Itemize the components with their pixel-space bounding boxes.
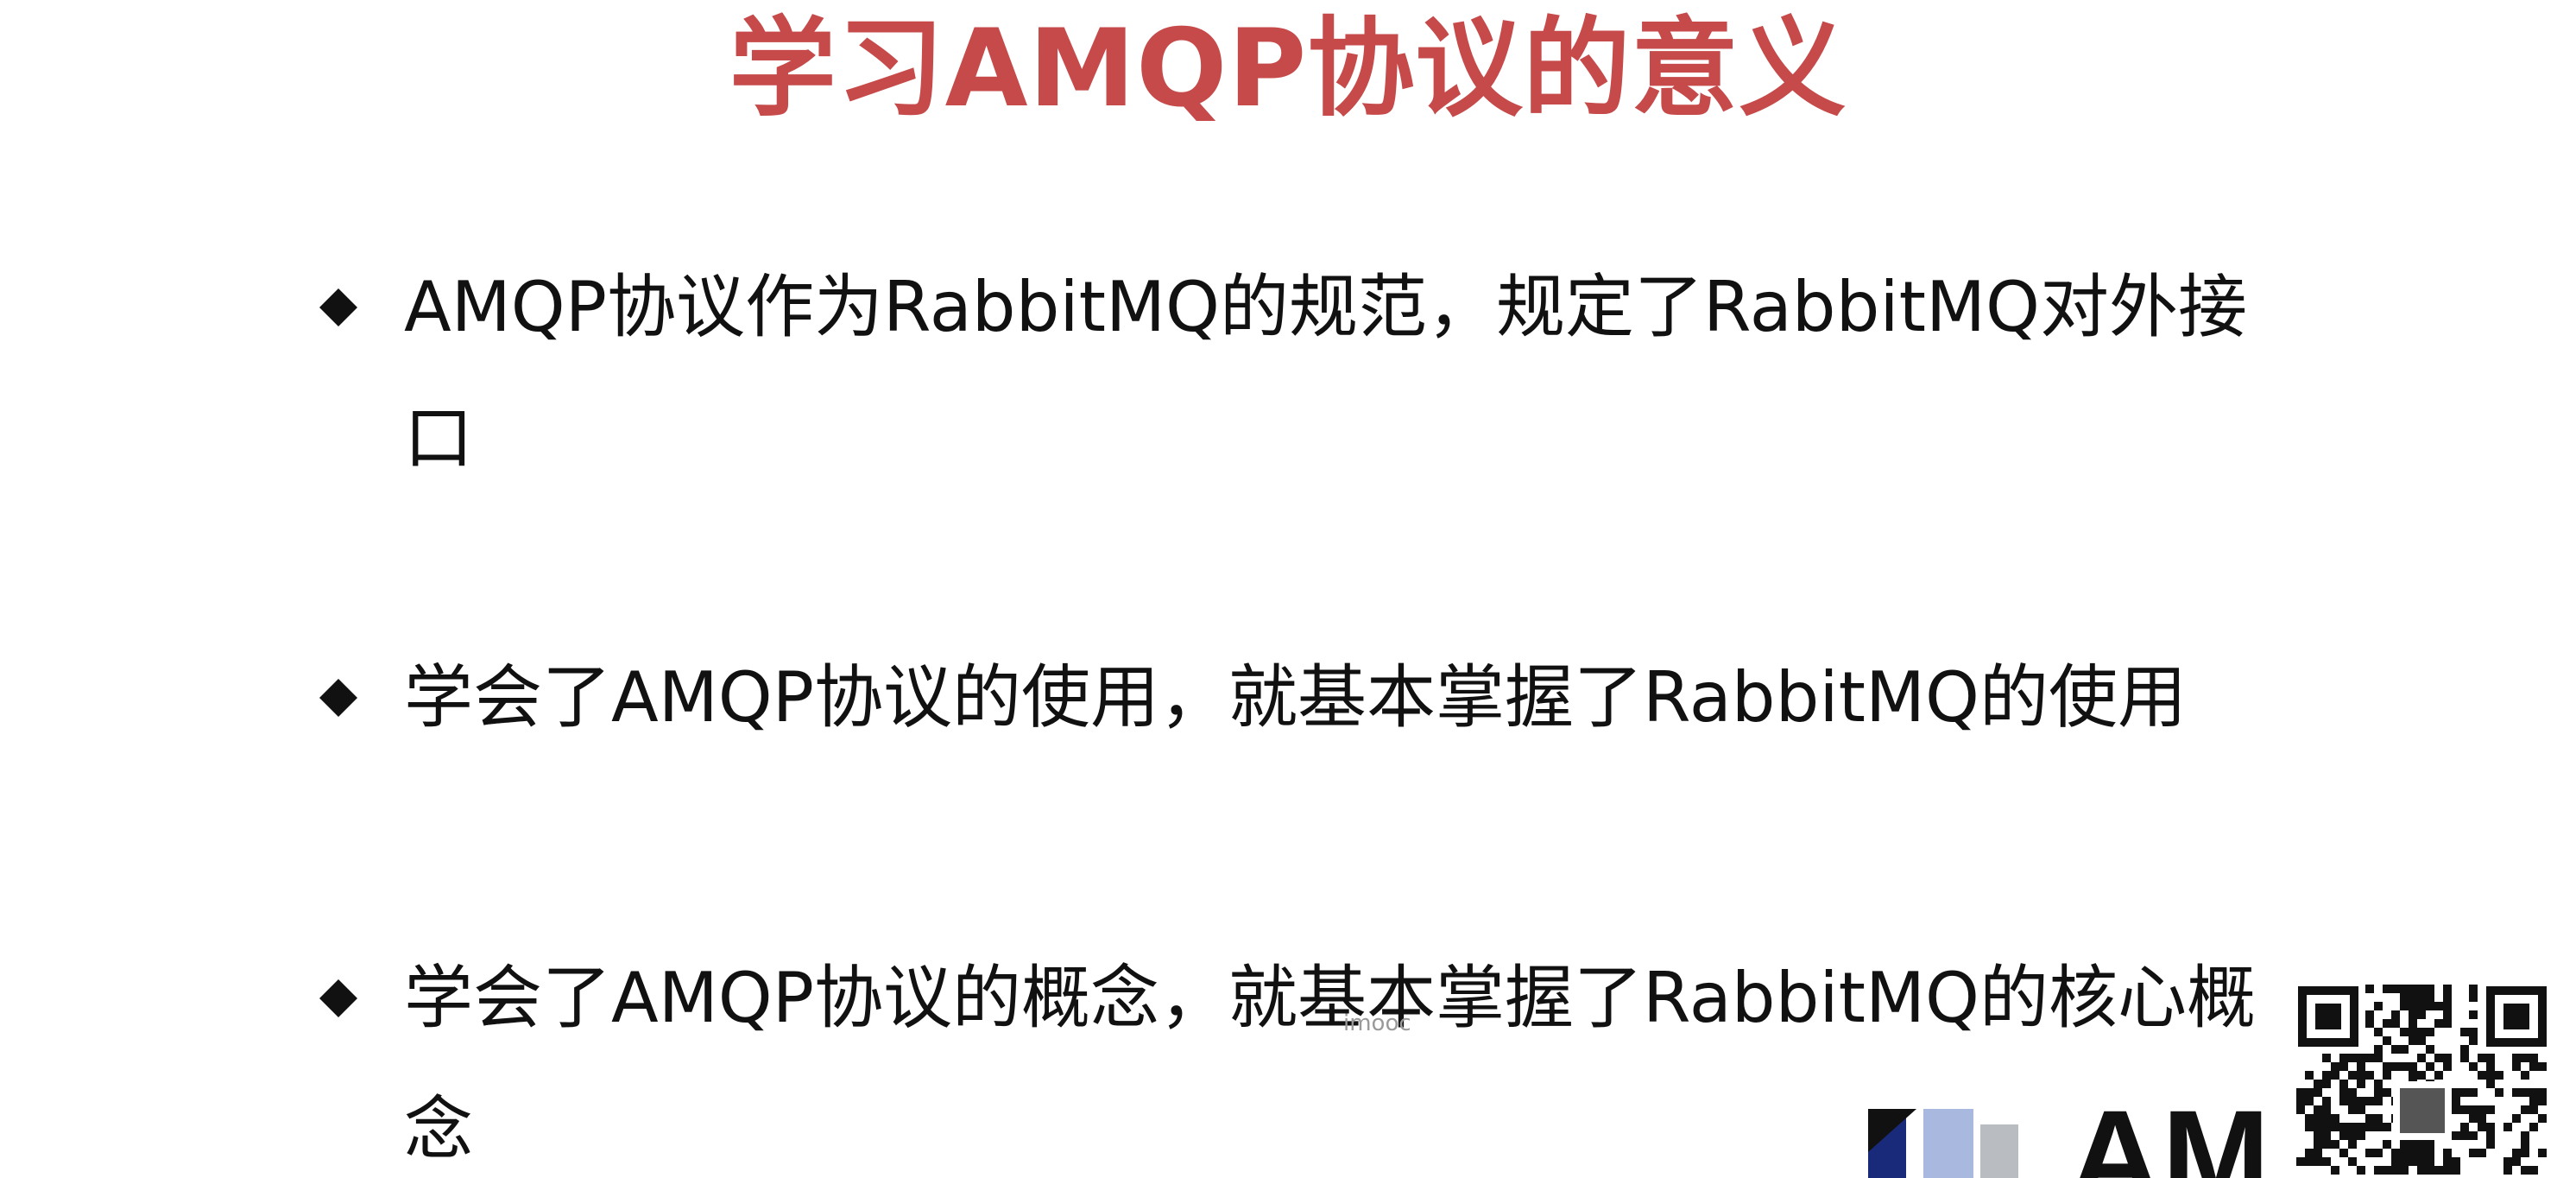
diamond-bullet-icon [318,677,359,719]
qr-code-icon [2296,985,2548,1175]
logo-graphic-icon: AM [1868,1099,2270,1178]
bullet-text: 学会了AMQP协议的使用，就基本掌握了RabbitMQ的使用 [404,657,2187,738]
diamond-bullet-icon [318,287,359,328]
logo-text: AM [2068,1099,2270,1178]
logo: AM [1868,1099,2282,1178]
bullet-text: AMQP协议作为RabbitMQ的规范，规定了RabbitMQ对外接口 [404,267,2247,478]
diamond-bullet-icon [318,978,359,1019]
slide-title: 学习AMQP协议的意义 [729,7,1847,131]
watermark: imooc [1343,1010,1411,1036]
